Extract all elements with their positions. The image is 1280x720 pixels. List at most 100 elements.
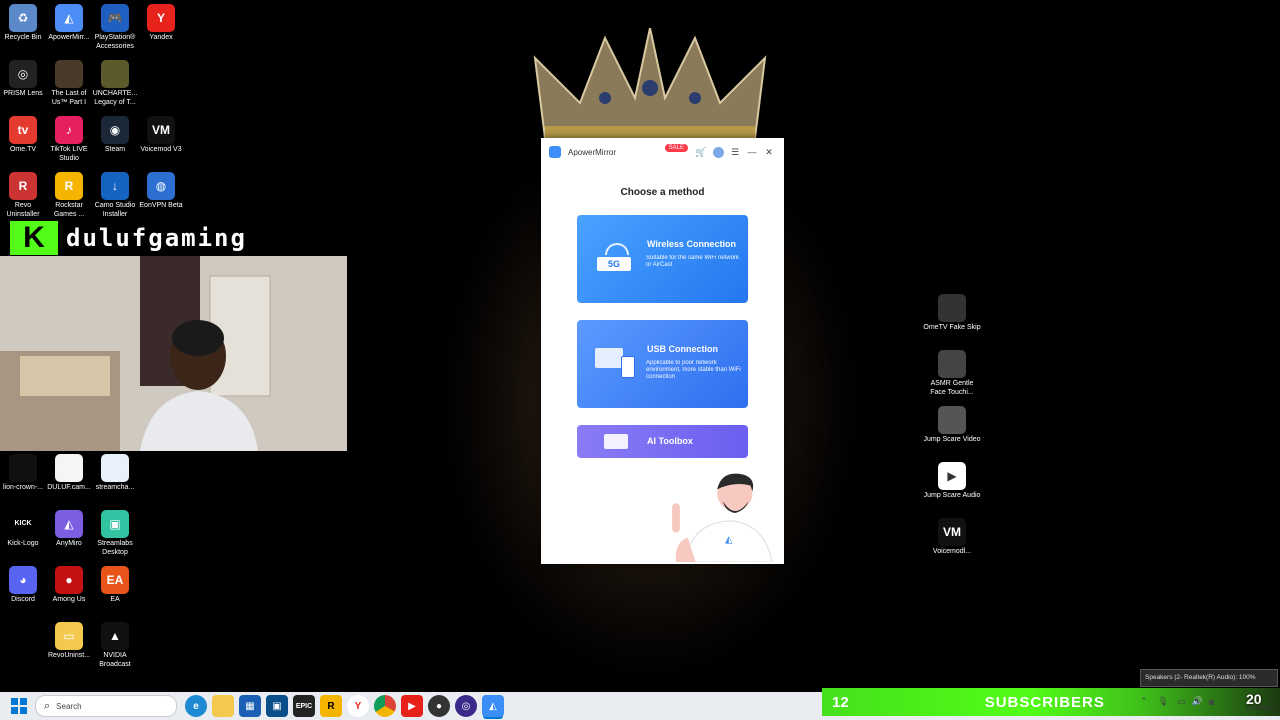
usb-description: Applicable to poor network environment, …	[646, 360, 741, 380]
desktop-icon-image: ↓	[101, 172, 129, 200]
menu-icon[interactable]: ☰	[728, 145, 742, 159]
desktop-icon[interactable]: VM Voicemodl...	[922, 518, 982, 557]
windows-logo-icon	[11, 698, 27, 714]
ai-toolbox-title: AI Toolbox	[647, 436, 693, 446]
volume-icon[interactable]: 🔊	[1192, 696, 1203, 707]
desktop-icon[interactable]: ♻ Recycle Bin	[0, 4, 46, 43]
yandex-taskbar-icon[interactable]: Y	[347, 695, 369, 717]
desktop-icon[interactable]: ▭ RevoUninst...	[46, 622, 92, 661]
obs-icon[interactable]: ●	[428, 695, 450, 717]
close-button[interactable]: ✕	[762, 145, 776, 159]
desktop-icon-image: ◭	[55, 4, 83, 32]
desktop-icon-label: streamcha...	[95, 484, 135, 491]
desktop-icon[interactable]: 🎮 PlayStation® Accessories	[92, 4, 138, 51]
desktop-icon-image	[101, 454, 129, 482]
edge-icon[interactable]: e	[185, 695, 207, 717]
overlay-number: 20	[1246, 691, 1262, 707]
desktop-icon-image	[9, 454, 37, 482]
desktop-icon[interactable]: ◭ ApowerMirr...	[46, 4, 92, 43]
search-icon: ⌕	[44, 699, 51, 712]
desktop-icon[interactable]: ♪ TikTok LIVE Studio	[46, 116, 92, 163]
desktop-icon[interactable]: tv Ome.TV	[0, 116, 46, 155]
kick-banner: K dulufgaming	[10, 220, 247, 256]
sale-badge[interactable]: SALE	[664, 144, 688, 152]
desktop-icon[interactable]: ◉ Steam	[92, 116, 138, 155]
taskbar-search[interactable]: ⌕ Search	[35, 695, 177, 717]
webcam-feed-image	[0, 256, 347, 451]
desktop-icon-label: Rockstar Games ...	[53, 202, 85, 218]
desktop-icon[interactable]: lion-crown-...	[0, 454, 46, 493]
desktop-icon-image	[938, 294, 966, 322]
avatar[interactable]	[711, 145, 725, 159]
desktop-icon-image	[938, 406, 966, 434]
system-tray: ⌃ 🎙 ▭ 🔊 ◙	[1140, 696, 1214, 707]
desktop-icon[interactable]: The Last of Us™ Part I	[46, 60, 92, 107]
desktop-icon[interactable]: R Revo Uninstaller	[0, 172, 46, 219]
youtube-icon[interactable]: ▶	[401, 695, 423, 717]
store-icon[interactable]: ▦	[239, 695, 261, 717]
usb-connection-button[interactable]: USB Connection Applicable to poor networ…	[577, 320, 748, 408]
desktop-icon[interactable]: UNCHARTE... Legacy of T...	[92, 60, 138, 107]
xbox-app-icon[interactable]: ▣	[266, 695, 288, 717]
ai-toolbox-button[interactable]: AI Toolbox	[577, 425, 748, 458]
chrome-icon[interactable]	[374, 695, 396, 717]
start-button[interactable]	[8, 695, 30, 717]
prism-icon[interactable]: ◎	[455, 695, 477, 717]
desktop-icon-image: 🎮	[101, 4, 129, 32]
desktop-icon[interactable]: ▣ Streamlabs Desktop	[92, 510, 138, 557]
desktop-icon[interactable]: EA EA	[92, 566, 138, 605]
search-placeholder: Search	[56, 701, 82, 711]
desktop-icon-image: R	[9, 172, 37, 200]
desktop-icon[interactable]: ▲ NVIDIA Broadcast	[92, 622, 138, 669]
desktop-icon-label: EA	[110, 596, 120, 603]
desktop-icon[interactable]: ▶ Jump Scare Audio	[922, 462, 982, 501]
apowermirror-taskbar-icon[interactable]: ◭	[482, 695, 504, 717]
file-explorer-icon[interactable]	[212, 695, 234, 717]
chevron-up-icon[interactable]: ⌃	[1140, 696, 1148, 707]
rockstar-icon[interactable]: R	[320, 695, 342, 717]
desktop-icon[interactable]: ASMR Gentle Face Touchi...	[922, 350, 982, 397]
desktop-icon-image: KICK	[9, 510, 37, 538]
cart-icon[interactable]: 🛒	[694, 145, 708, 159]
usb-title: USB Connection	[647, 344, 718, 354]
desktop-icon-image: ▭	[55, 622, 83, 650]
desktop-icon-label: Jump Scare Audio	[923, 492, 981, 499]
wireless-connection-button[interactable]: 5G Wireless Connection Suitable for the …	[577, 215, 748, 303]
desktop-icon-label: Yandex	[149, 34, 173, 41]
desktop-icon[interactable]: R Rockstar Games ...	[46, 172, 92, 219]
minimize-button[interactable]: —	[745, 145, 759, 159]
desktop-icon[interactable]: OmeTV Fake Skip	[922, 294, 982, 333]
desktop-icon-label: TikTok LIVE Studio	[50, 146, 88, 162]
volume-tooltip: Speakers (2- Realtek(R) Audio): 100%	[1140, 669, 1278, 687]
desktop-icon[interactable]: KICK Kick-Logo	[0, 510, 46, 549]
wifi-5g-icon: 5G	[597, 243, 633, 273]
desktop-icon-image	[55, 60, 83, 88]
display-icon[interactable]: ▭	[1177, 696, 1186, 707]
webcam-overlay	[0, 256, 347, 451]
desktop-icon[interactable]: ● Among Us	[46, 566, 92, 605]
desktop-icon[interactable]: ◭ AnyMiro	[46, 510, 92, 549]
desktop-icon[interactable]: ◕ Discord	[0, 566, 46, 605]
desktop-icon-image: Y	[147, 4, 175, 32]
desktop-icon[interactable]: ◍ EonVPN Beta	[138, 172, 184, 211]
desktop-icon[interactable]: Y Yandex	[138, 4, 184, 43]
desktop-icon[interactable]: ◎ PRISM Lens	[0, 60, 46, 99]
desktop-icon[interactable]: DULUF.cam...	[46, 454, 92, 493]
desktop-icon[interactable]: ↓ Camo Studio Installer	[92, 172, 138, 219]
desktop-icon[interactable]: streamcha...	[92, 454, 138, 493]
desktop-icon-image: tv	[9, 116, 37, 144]
desktop-icon[interactable]: Jump Scare Video	[922, 406, 982, 445]
desktop-icon[interactable]: VM Voicemod V3	[138, 116, 184, 155]
desktop-icon-image	[938, 350, 966, 378]
desktop-icon-image: ♻	[9, 4, 37, 32]
desktop-icon-label: ApowerMirr...	[48, 34, 90, 41]
desktop-icon-label: UNCHARTE... Legacy of T...	[92, 90, 138, 106]
epic-games-icon[interactable]: EPIC	[293, 695, 315, 717]
desktop-icon-label: Among Us	[52, 596, 86, 603]
desktop-icon-label: Streamlabs Desktop	[97, 540, 133, 556]
camera-icon[interactable]: ◙	[1209, 697, 1214, 707]
desktop-icon-image: EA	[101, 566, 129, 594]
apowermirror-logo-icon	[549, 146, 561, 158]
desktop-icon-label: Camo Studio Installer	[94, 202, 136, 218]
microphone-icon[interactable]: 🎙	[1158, 696, 1169, 707]
